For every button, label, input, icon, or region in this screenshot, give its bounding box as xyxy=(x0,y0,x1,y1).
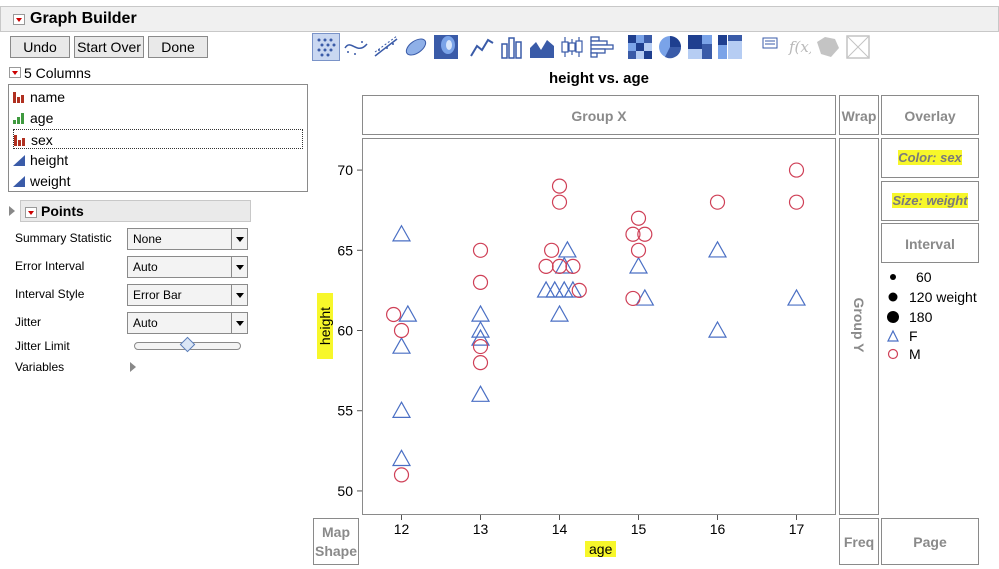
x-tick-label: 12 xyxy=(394,521,410,537)
data-point-f[interactable] xyxy=(707,240,728,258)
data-point-m[interactable] xyxy=(551,178,568,194)
data-point-m[interactable] xyxy=(565,258,581,274)
data-point-m[interactable] xyxy=(551,194,568,210)
y-tick-label: 55 xyxy=(337,403,353,419)
data-point-m[interactable] xyxy=(571,282,587,299)
x-tick-label: 17 xyxy=(789,521,805,537)
data-point-f[interactable] xyxy=(470,384,491,402)
x-tick-label: 15 xyxy=(631,521,647,537)
data-point-m[interactable] xyxy=(788,194,805,210)
y-tick-label: 50 xyxy=(337,483,353,499)
data-point-m[interactable] xyxy=(386,306,402,323)
data-point-f[interactable] xyxy=(554,280,574,298)
x-tick-label: 13 xyxy=(473,521,489,537)
data-point-m[interactable] xyxy=(472,242,489,258)
data-point-f[interactable] xyxy=(398,304,418,322)
data-point-m[interactable] xyxy=(788,162,805,178)
data-point-f[interactable] xyxy=(391,449,412,467)
data-point-m[interactable] xyxy=(393,322,410,339)
data-point-f[interactable] xyxy=(391,336,412,354)
x-tick-label: 14 xyxy=(552,521,568,537)
data-point-f[interactable] xyxy=(391,224,412,242)
data-point-f[interactable] xyxy=(549,304,570,322)
data-point-f[interactable] xyxy=(391,400,412,418)
data-point-f[interactable] xyxy=(470,304,491,322)
data-point-m[interactable] xyxy=(709,194,726,210)
data-point-m[interactable] xyxy=(472,274,489,290)
data-point-f[interactable] xyxy=(707,320,728,338)
data-point-f[interactable] xyxy=(536,280,556,298)
data-point-m[interactable] xyxy=(630,210,647,226)
data-point-f[interactable] xyxy=(786,288,807,306)
data-point-m[interactable] xyxy=(393,467,410,483)
y-tick-label: 70 xyxy=(337,162,353,178)
data-point-m[interactable] xyxy=(625,290,641,307)
data-point-f[interactable] xyxy=(557,240,577,258)
data-point-m[interactable] xyxy=(472,354,489,371)
x-tick-label: 16 xyxy=(710,521,726,537)
data-point-m[interactable] xyxy=(538,258,554,274)
data-point-f[interactable] xyxy=(563,280,583,298)
data-point-m[interactable] xyxy=(630,242,647,258)
data-point-f[interactable] xyxy=(628,256,649,274)
data-point-m[interactable] xyxy=(543,242,560,258)
scatter-chart: 50 55 60 65 70 12 13 14 15 16 17 xyxy=(337,162,807,537)
data-point-m[interactable] xyxy=(472,338,489,355)
y-tick-label: 60 xyxy=(337,323,353,339)
data-point-f[interactable] xyxy=(545,280,565,298)
y-tick-label: 65 xyxy=(337,242,353,258)
